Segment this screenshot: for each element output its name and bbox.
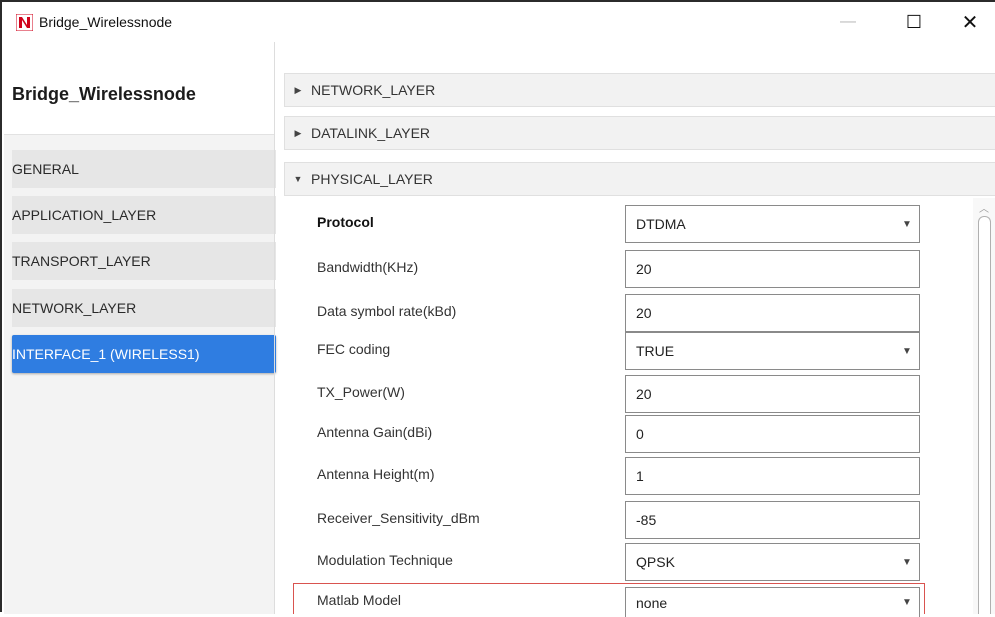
property-label: Antenna Height(m) (317, 466, 435, 482)
property-row-receiver-sensitivity: Receiver_Sensitivity_dBm -85 (284, 498, 974, 544)
chevron-down-icon: ▼ (902, 556, 912, 568)
data-symbol-rate-input[interactable]: 20 (625, 294, 920, 332)
bandwidth-input[interactable]: 20 (625, 250, 920, 288)
section-label: NETWORK_LAYER (311, 82, 436, 98)
protocol-dropdown[interactable]: DTDMA ▼ (625, 205, 920, 243)
property-label: FEC coding (317, 341, 391, 357)
expand-arrow-icon: ▶ (294, 127, 302, 138)
close-icon: ✕ (961, 11, 979, 34)
sidebar-item-network-layer[interactable]: NETWORK_LAYER (12, 289, 276, 327)
property-label: Data symbol rate(kBd) (317, 303, 457, 319)
vertical-scrollbar[interactable]: ︿ (973, 198, 995, 614)
sidebar-title: Bridge_Wirelessnode (12, 84, 196, 104)
matlab-model-dropdown[interactable]: none ▼ (625, 587, 920, 617)
fec-coding-dropdown[interactable]: TRUE ▼ (625, 332, 920, 370)
chevron-down-icon: ▼ (902, 345, 912, 357)
sidebar-item-application-layer[interactable]: APPLICATION_LAYER (12, 196, 276, 234)
property-label: Receiver_Sensitivity_dBm (317, 510, 480, 526)
property-row-protocol: Protocol DTDMA ▼ (284, 202, 974, 248)
maximize-button[interactable]: ☐ (891, 2, 937, 42)
property-label: Matlab Model (317, 592, 402, 608)
scroll-thumb[interactable] (978, 216, 991, 614)
sidebar: Bridge_Wirelessnode GENERAL APPLICATION_… (4, 42, 276, 614)
property-row-bandwidth: Bandwidth(KHz) 20 (284, 247, 974, 293)
close-button[interactable]: ✕ (947, 2, 993, 42)
antenna-gain-input[interactable]: 0 (625, 415, 920, 453)
property-label: TX_Power(W) (317, 384, 405, 400)
section-datalink-layer[interactable]: ▶ DATALINK_LAYER (284, 116, 995, 150)
sidebar-header: Bridge_Wirelessnode (4, 42, 274, 135)
property-label: Protocol (317, 214, 374, 230)
scroll-up-icon[interactable]: ︿ (979, 200, 989, 215)
window: Bridge_Wirelessnode — ☐ ✕ Bridge_Wireles… (0, 0, 995, 617)
tx-power-input[interactable]: 20 (625, 375, 920, 413)
section-label: DATALINK_LAYER (311, 125, 431, 141)
window-title: Bridge_Wirelessnode (39, 14, 173, 30)
physical-layer-panel: Protocol DTDMA ▼ Bandwidth(KHz) 20 Data … (284, 198, 995, 617)
chevron-down-icon: ▼ (902, 218, 912, 230)
sidebar-item-general[interactable]: GENERAL (12, 150, 276, 188)
sidebar-item-interface-1[interactable]: INTERFACE_1 (WIRELESS1) (12, 335, 276, 373)
expand-arrow-icon: ▶ (294, 84, 302, 95)
minimize-button[interactable]: — (825, 2, 871, 42)
property-label: Antenna Gain(dBi) (317, 424, 433, 440)
section-network-layer[interactable]: ▶ NETWORK_LAYER (284, 73, 995, 107)
collapse-arrow-icon: ▼ (293, 174, 303, 184)
sidebar-item-transport-layer[interactable]: TRANSPORT_LAYER (12, 242, 276, 280)
property-row-modulation: Modulation Technique QPSK ▼ (284, 540, 974, 586)
section-label: PHYSICAL_LAYER (311, 171, 433, 187)
property-row-antenna-gain: Antenna Gain(dBi) 0 (284, 412, 974, 458)
modulation-dropdown[interactable]: QPSK ▼ (625, 543, 920, 581)
antenna-height-input[interactable]: 1 (625, 457, 920, 495)
property-row-antenna-height: Antenna Height(m) 1 (284, 454, 974, 500)
property-label: Modulation Technique (317, 552, 453, 568)
property-row-fec-coding: FEC coding TRUE ▼ (284, 329, 974, 375)
title-bar: Bridge_Wirelessnode — ☐ ✕ (2, 2, 995, 42)
section-physical-layer[interactable]: ▼ PHYSICAL_LAYER (284, 162, 995, 196)
divider (274, 42, 275, 614)
chevron-down-icon: ▼ (902, 597, 912, 608)
property-row-matlab-model: Matlab Model none ▼ (284, 583, 974, 617)
property-label: Bandwidth(KHz) (317, 259, 419, 275)
app-logo-icon (15, 13, 34, 31)
receiver-sensitivity-input[interactable]: -85 (625, 501, 920, 539)
